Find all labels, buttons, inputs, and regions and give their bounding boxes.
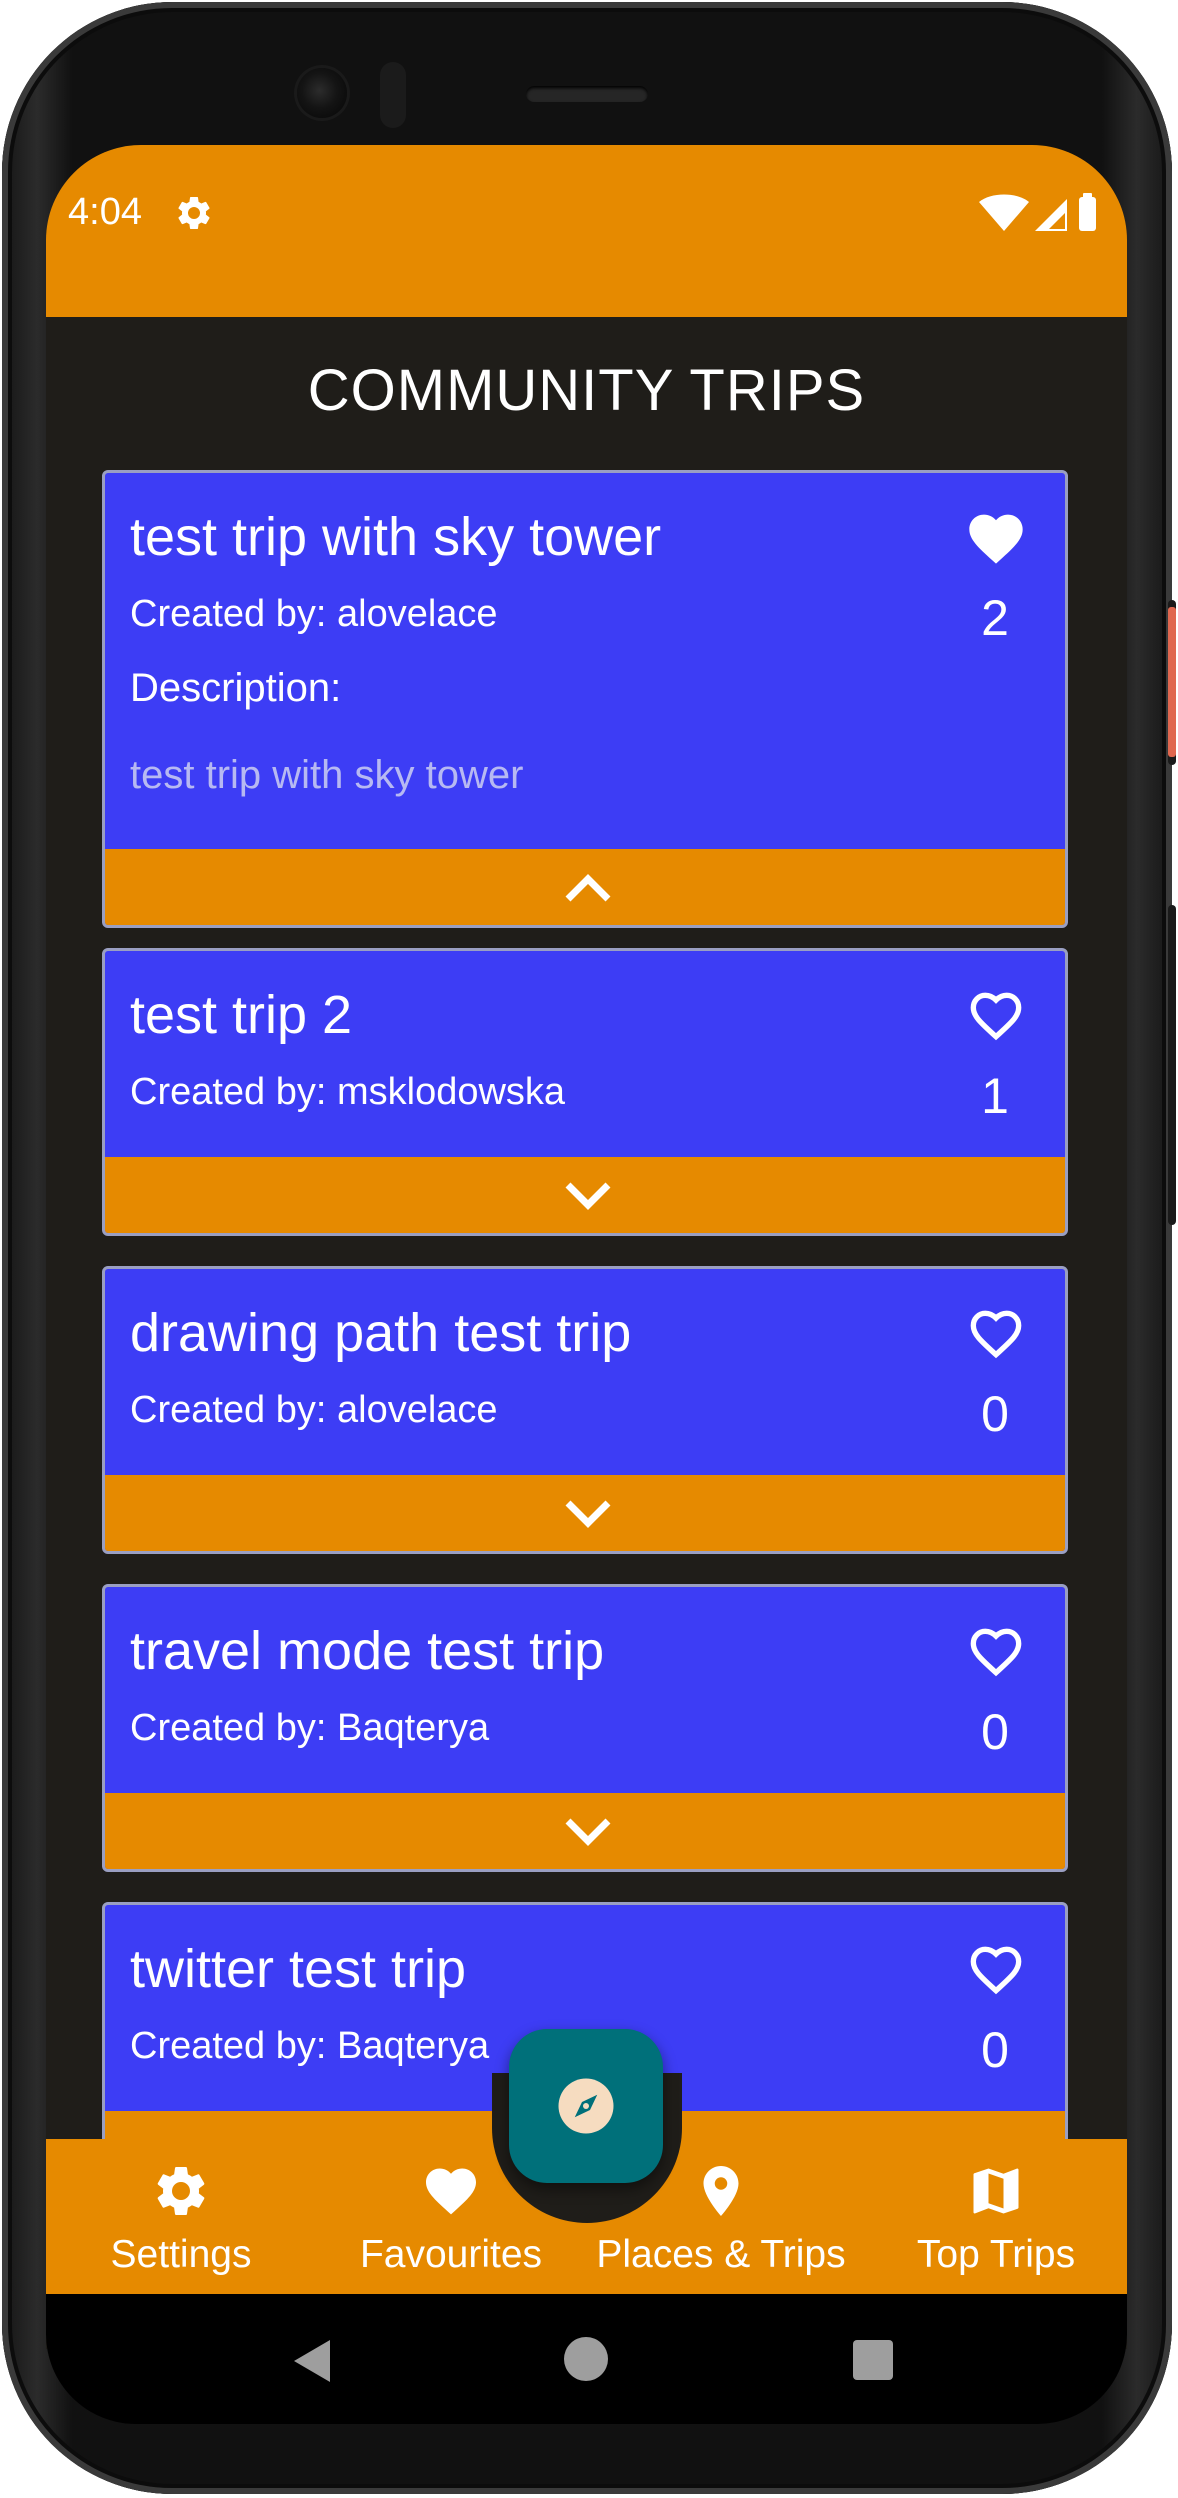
trip-creator: Created by: Baqterya <box>130 2025 490 2067</box>
like-count: 1 <box>981 1068 1009 1124</box>
trip-card[interactable]: test trip 2 Created by: msklodowska 1 <box>102 948 1068 1236</box>
trip-title: drawing path test trip <box>130 1303 632 1363</box>
earpiece-speaker <box>526 86 648 102</box>
trip-card[interactable]: travel mode test trip Created by: Baqter… <box>102 1584 1068 1872</box>
page-title: COMMUNITY TRIPS <box>307 358 866 423</box>
proximity-sensor <box>380 62 406 128</box>
chevron-down-icon <box>565 1500 611 1528</box>
gear-icon <box>178 196 210 229</box>
app-screen: 4:04 COMMUNITY TRIPS test trip with sky … <box>46 145 1127 2349</box>
trip-card[interactable]: drawing path test trip Created by: alove… <box>102 1266 1068 1554</box>
map-pin-icon <box>703 2166 739 2216</box>
compass-icon <box>558 2078 614 2134</box>
chevron-down-icon <box>565 1818 611 1846</box>
trip-title: travel mode test trip <box>130 1621 605 1681</box>
home-button[interactable] <box>564 2337 608 2381</box>
power-button-accent <box>1168 607 1176 757</box>
expand-button[interactable] <box>105 1475 1065 1551</box>
battery-icon <box>1079 197 1096 231</box>
gear-icon <box>157 2167 205 2215</box>
heart-icon <box>426 2168 476 2215</box>
like-count: 0 <box>981 1704 1009 1760</box>
recent-apps-button[interactable] <box>853 2340 893 2380</box>
trip-description: test trip with sky tower <box>130 753 524 797</box>
nav-item-settings[interactable]: Settings <box>76 2139 286 2295</box>
heart-filled-icon[interactable] <box>964 506 1028 566</box>
trip-title: twitter test trip <box>130 1939 467 1999</box>
explore-fab[interactable] <box>509 2029 663 2183</box>
chevron-up-icon <box>565 874 611 902</box>
heart-outline-icon[interactable] <box>964 1938 1028 1998</box>
volume-button <box>1168 905 1176 1225</box>
connectivity-icons <box>979 193 1096 231</box>
back-icon[interactable] <box>288 2336 338 2386</box>
nav-label: Places & Trips <box>596 2233 846 2276</box>
heart-outline-icon[interactable] <box>964 984 1028 1044</box>
nav-item-top-trips[interactable]: Top Trips <box>886 2139 1106 2295</box>
collapse-button[interactable] <box>105 849 1065 925</box>
front-camera <box>297 68 347 118</box>
heart-outline-icon[interactable] <box>964 1302 1028 1362</box>
expand-button[interactable] <box>105 1793 1065 1869</box>
expand-button[interactable] <box>105 1157 1065 1233</box>
heart-outline-icon[interactable] <box>964 1620 1028 1680</box>
map-icon <box>973 2168 1019 2214</box>
like-count: 0 <box>981 1386 1009 1442</box>
chevron-down-icon <box>565 1182 611 1210</box>
nav-label: Favourites <box>359 2233 543 2276</box>
status-time: 4:04 <box>68 191 142 233</box>
nav-label: Settings <box>110 2233 252 2276</box>
like-count: 2 <box>981 590 1009 646</box>
wifi-icon <box>979 194 1029 231</box>
status-bar: 4:04 <box>46 145 1127 317</box>
trip-card[interactable]: test trip with sky tower Created by: alo… <box>102 470 1068 928</box>
trip-title: test trip with sky tower <box>130 507 662 567</box>
trip-creator: Created by: Baqterya <box>130 1707 490 1749</box>
system-navigation-bar <box>46 2294 1127 2424</box>
trip-description-label: Description: <box>130 666 342 710</box>
trip-creator: Created by: alovelace <box>130 593 498 635</box>
trip-title: test trip 2 <box>130 985 353 1045</box>
trip-creator: Created by: alovelace <box>130 1389 498 1431</box>
nav-label: Top Trips <box>916 2233 1076 2276</box>
trip-creator: Created by: msklodowska <box>130 1071 566 1113</box>
like-count: 0 <box>981 2022 1009 2078</box>
